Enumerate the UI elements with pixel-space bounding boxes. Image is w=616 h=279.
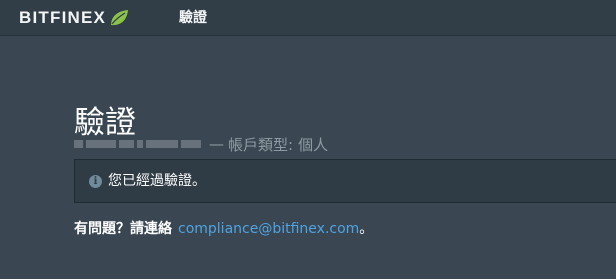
account-type-value: 個人 bbox=[298, 135, 329, 154]
masked-account-name bbox=[74, 140, 201, 148]
account-info: — 帳戶類型: 個人 bbox=[74, 135, 329, 154]
contact-suffix: 。 bbox=[359, 221, 374, 237]
bitfinex-logo[interactable]: BITFINEX bbox=[19, 8, 129, 28]
contact-label: 有問題？請連絡 bbox=[74, 221, 172, 237]
leaf-icon bbox=[111, 10, 129, 26]
notice-text: 您已經過驗證。 bbox=[108, 173, 206, 189]
account-type-label: 帳戶類型: bbox=[228, 135, 294, 154]
verified-notice: i 您已經過驗證。 bbox=[74, 159, 616, 203]
contact-line: 有問題？請連絡 compliance@bitfinex.com。 bbox=[74, 219, 373, 239]
nav-verification-link[interactable]: 驗證 bbox=[179, 9, 207, 27]
account-separator: — bbox=[209, 135, 224, 153]
logo-text: BITFINEX bbox=[19, 8, 107, 27]
info-icon: i bbox=[89, 174, 102, 188]
top-navbar: BITFINEX 驗證 bbox=[0, 0, 616, 36]
compliance-email-link[interactable]: compliance@bitfinex.com bbox=[178, 221, 359, 237]
